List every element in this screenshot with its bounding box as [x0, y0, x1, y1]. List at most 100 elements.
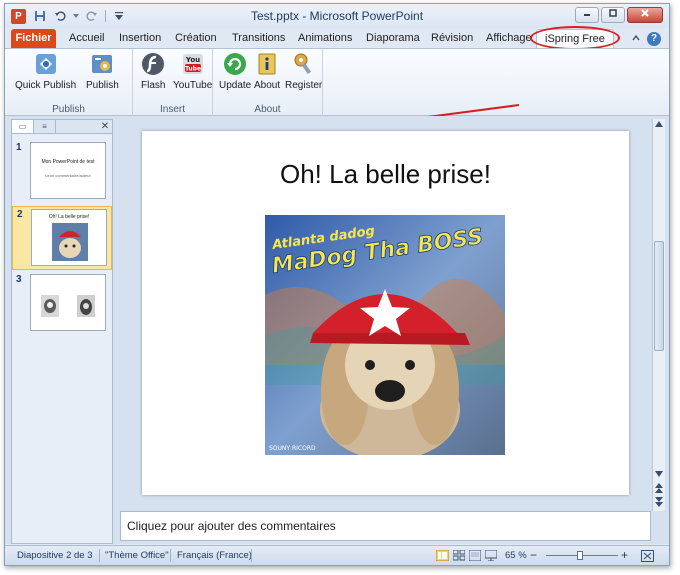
tab-transitions[interactable]: Transitions — [224, 29, 293, 48]
publish-icon — [92, 55, 113, 73]
update-button[interactable]: Update — [219, 52, 251, 91]
about-group: Update About Register About — [213, 49, 323, 117]
tab-diaporama[interactable]: Diaporama — [358, 29, 428, 48]
slide-thumb-title: Mon PowerPoint de test — [41, 159, 95, 165]
ribbon-tabs-right: ? — [631, 32, 661, 46]
slides-tab-icon[interactable]: ▭ — [12, 120, 34, 133]
tab-animations[interactable]: Animations — [290, 29, 360, 48]
outline-tab-icon[interactable]: ≡ — [34, 120, 56, 133]
slide-number: 2 — [17, 209, 23, 220]
slide-thumbnail-2[interactable]: 2 Oh! La belle prise! — [12, 206, 112, 270]
youtube-label: YouTube — [173, 80, 213, 91]
slide-preview — [30, 274, 106, 331]
register-label: Register — [285, 80, 323, 91]
slide-sorter-icon[interactable] — [453, 550, 465, 561]
slideshow-icon[interactable] — [485, 550, 497, 561]
slide-thumb-title: Oh! La belle prise! — [48, 214, 90, 220]
publish-button[interactable]: Publish — [86, 52, 119, 91]
current-slide[interactable]: Oh! La belle prise! Atlanta dadog MaDog … — [142, 131, 629, 495]
update-label: Update — [219, 80, 252, 91]
zoom-out-button[interactable]: − — [530, 548, 537, 562]
zoom-slider[interactable] — [546, 551, 618, 560]
zoom-level[interactable]: 65 % — [505, 550, 527, 561]
tab-accueil[interactable]: Accueil — [61, 29, 112, 48]
slide-counter: Diapositive 2 de 3 — [17, 550, 93, 561]
bw-photo-1 — [41, 295, 59, 317]
slide-thumbnail-3[interactable]: 3 — [12, 272, 112, 336]
scroll-down-icon[interactable] — [655, 471, 663, 477]
theme-name[interactable]: "Thème Office" — [105, 550, 169, 561]
flash-icon — [142, 53, 165, 75]
tab-insertion[interactable]: Insertion — [111, 29, 169, 48]
window-title: Test.pptx - Microsoft PowerPoint — [250, 9, 424, 23]
image-credit: SOUNY RICORD — [269, 445, 316, 452]
status-separator — [251, 549, 252, 562]
insert-group: Flash You Tube YouTube Insert — [133, 49, 213, 117]
quick-publish-icon — [35, 54, 56, 74]
tab-fichier[interactable]: Fichier — [11, 29, 56, 48]
powerpoint-window: P Test.pptx - Microsoft PowerPoint Fichi… — [4, 3, 670, 566]
work-area: ▭ ≡ ✕ 1 Mon PowerPoint de test Leon comm… — [5, 116, 669, 544]
about-group-label: About — [254, 104, 281, 115]
slide-thumb-subtitle: Leon commentaire/auteur — [45, 173, 91, 178]
panel-close-icon[interactable]: ✕ — [98, 120, 112, 133]
zoom-in-button[interactable]: + — [621, 548, 628, 562]
status-bar: Diapositive 2 de 3 "Thème Office" França… — [5, 545, 669, 565]
status-separator — [170, 549, 171, 562]
scroll-up-icon[interactable] — [655, 121, 663, 127]
fit-to-window-icon[interactable] — [641, 550, 654, 562]
help-icon[interactable]: ? — [647, 32, 661, 46]
notes-placeholder: Cliquez pour ajouter des commentaires — [127, 519, 336, 533]
about-button[interactable]: About — [254, 52, 280, 91]
window-controls — [575, 7, 663, 23]
publish-label: Publish — [86, 80, 119, 91]
update-icon — [224, 53, 247, 75]
ribbon-panel: Quick Publish Publish Publish Flash You T… — [5, 48, 669, 131]
slide-number: 1 — [16, 142, 22, 153]
youtube-button[interactable]: You Tube YouTube — [173, 52, 212, 91]
about-label: About — [254, 80, 281, 91]
svg-text:You: You — [185, 56, 200, 64]
close-button[interactable] — [627, 7, 663, 23]
language-status[interactable]: Français (France) — [177, 550, 252, 561]
slide-editor: Oh! La belle prise! Atlanta dadog MaDog … — [120, 119, 656, 510]
about-icon — [258, 53, 276, 75]
tab-revision[interactable]: Révision — [423, 29, 481, 48]
panel-tabs: ▭ ≡ ✕ — [12, 120, 112, 134]
maximize-button[interactable] — [601, 7, 625, 23]
next-slide-icon[interactable] — [655, 497, 663, 507]
bw-photo-2 — [77, 295, 95, 317]
flash-label: Flash — [141, 80, 166, 91]
slides-panel: ▭ ≡ ✕ 1 Mon PowerPoint de test Leon comm… — [11, 119, 113, 544]
scrollbar-thumb[interactable] — [654, 241, 664, 351]
vertical-scrollbar[interactable] — [652, 119, 665, 511]
slide-thumbnail-1[interactable]: 1 Mon PowerPoint de test Leon commentair… — [12, 140, 112, 204]
status-separator — [99, 549, 100, 562]
tab-creation[interactable]: Création — [167, 29, 225, 48]
youtube-icon: You Tube — [182, 54, 203, 74]
quick-publish-label: Quick Publish — [15, 80, 77, 91]
slide-number: 3 — [16, 274, 22, 285]
register-icon — [294, 53, 311, 75]
annotation-ellipse — [530, 26, 620, 50]
reading-view-icon[interactable] — [469, 550, 481, 561]
register-button[interactable]: Register — [285, 52, 322, 91]
title-bar: P Test.pptx - Microsoft PowerPoint — [5, 4, 669, 28]
svg-text:Tube: Tube — [185, 66, 201, 73]
slide-preview: Mon PowerPoint de test Leon commentaire/… — [30, 142, 106, 199]
dog-thumbnail-image — [52, 223, 88, 261]
notes-pane[interactable]: Cliquez pour ajouter des commentaires — [120, 511, 651, 541]
publish-group-label: Publish — [52, 104, 85, 115]
previous-slide-icon[interactable] — [655, 483, 663, 493]
flash-button[interactable]: Flash — [141, 52, 165, 91]
minimize-button[interactable] — [575, 7, 599, 23]
minimize-ribbon-icon[interactable] — [631, 33, 641, 46]
dog-photo[interactable]: Atlanta dadog MaDog Tha BOSS SOUNY RICOR… — [265, 215, 505, 455]
quick-publish-button[interactable]: Quick Publish — [15, 52, 76, 91]
normal-view-icon[interactable] — [436, 550, 449, 561]
slide-preview: Oh! La belle prise! — [31, 209, 107, 266]
zoom-slider-knob[interactable] — [577, 551, 583, 560]
publish-group: Quick Publish Publish Publish — [5, 49, 133, 117]
slide-title[interactable]: Oh! La belle prise! — [142, 159, 629, 190]
insert-group-label: Insert — [159, 104, 185, 115]
